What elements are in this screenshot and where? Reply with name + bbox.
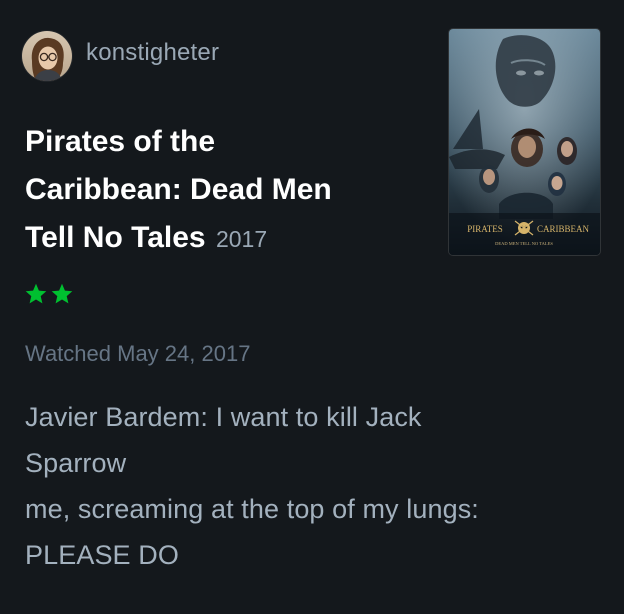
- star-icon: [25, 283, 47, 304]
- film-title-line: Caribbean: Dead Men: [25, 173, 332, 206]
- review-card: konstigheter Pirates of the Caribbean: D…: [0, 0, 624, 614]
- review-line: PLEASE DO: [25, 540, 179, 570]
- review-line: me, screaming at the top of my lungs:: [25, 494, 479, 524]
- review-line: Sparrow: [25, 448, 127, 478]
- poster-image: PIRATES CARIBBEAN DEAD MEN TELL NO TALES: [449, 29, 600, 255]
- poster-title-right: CARIBBEAN: [537, 224, 590, 234]
- film-poster[interactable]: PIRATES CARIBBEAN DEAD MEN TELL NO TALES: [449, 29, 600, 255]
- review-body: Javier Bardem: I want to kill Jack Sparr…: [25, 394, 605, 578]
- username[interactable]: konstigheter: [86, 39, 219, 67]
- film-title-line-last: Tell No Tales 2017: [25, 214, 435, 263]
- poster-subtitle: DEAD MEN TELL NO TALES: [495, 241, 553, 246]
- film-year[interactable]: 2017: [216, 226, 267, 252]
- avatar[interactable]: [22, 31, 72, 81]
- watched-date[interactable]: Watched May 24, 2017: [25, 341, 250, 367]
- film-title[interactable]: Pirates of the Caribbean: Dead Men Tell …: [25, 118, 435, 263]
- film-title-text: Tell No Tales: [25, 221, 206, 254]
- star-rating: [24, 282, 74, 306]
- avatar-image: [22, 31, 72, 81]
- film-title-line: Pirates of the: [25, 125, 216, 158]
- reviewer[interactable]: konstigheter: [22, 30, 219, 82]
- poster-title-left: PIRATES: [467, 224, 503, 234]
- review-line: Javier Bardem: I want to kill Jack: [25, 402, 422, 432]
- star-icon: [51, 283, 73, 304]
